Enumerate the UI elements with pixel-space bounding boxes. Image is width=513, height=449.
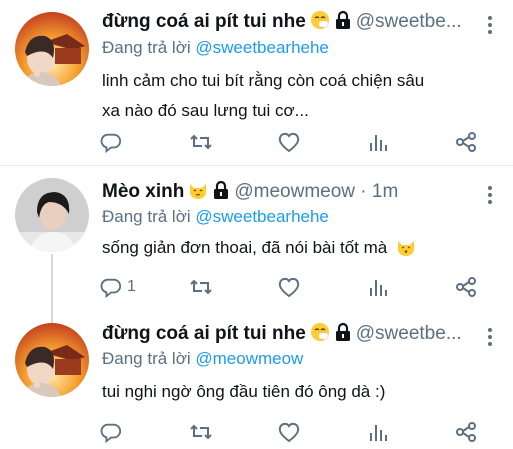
retweet-button[interactable] xyxy=(189,418,213,446)
tweet-3[interactable]: đừng coá ai pít tui nhe @sweetbe... Đang … xyxy=(0,311,513,449)
stats-icon xyxy=(370,135,387,151)
reply-count: 1 xyxy=(127,278,136,295)
tweet-2[interactable]: Mèo xinh @meowmeow · 1m Đang trả lời @swe… xyxy=(0,166,513,311)
handle[interactable]: @sweetbe... xyxy=(356,323,462,344)
replying-to: Đang trả lời @sweetbearhehe xyxy=(102,37,329,59)
more-options-icon[interactable] xyxy=(487,186,493,207)
tweet-text-line: tui nghi ngờ ông đầu tiên đó ông dà :) xyxy=(102,382,386,401)
tweet-header: Mèo xinh @meowmeow · 1m xyxy=(102,180,398,207)
retweet-button[interactable] xyxy=(189,273,213,301)
tweet-header: đừng coá ai pít tui nhe @sweetbe... xyxy=(102,322,462,349)
reply-mention-link[interactable]: @sweetbearhehe xyxy=(195,207,329,226)
sneezing-face-emoji xyxy=(310,10,330,37)
reply-mention-link[interactable]: @meowmeow xyxy=(195,349,303,368)
stats-button[interactable] xyxy=(368,128,388,156)
stats-icon xyxy=(370,425,387,441)
avatar[interactable] xyxy=(15,323,89,397)
like-icon xyxy=(278,132,300,153)
like-button[interactable] xyxy=(277,273,301,301)
tweet-text-line: sống giản đơn thoai, đã nói bài tốt mà xyxy=(102,238,388,257)
avatar[interactable] xyxy=(15,12,89,86)
reply-mention-link[interactable]: @sweetbearhehe xyxy=(195,38,329,57)
share-icon xyxy=(456,277,476,297)
stats-button[interactable] xyxy=(368,273,388,301)
sneezing-face-emoji xyxy=(310,322,330,349)
tweet-header: đừng coá ai pít tui nhe @sweetbe... xyxy=(102,10,462,37)
action-bar xyxy=(0,418,513,446)
display-name[interactable]: đừng coá ai pít tui nhe xyxy=(102,11,306,32)
handle[interactable]: @sweetbe... xyxy=(356,11,462,32)
retweet-button[interactable] xyxy=(189,128,213,156)
share-button[interactable] xyxy=(455,418,477,446)
share-button[interactable] xyxy=(455,273,477,301)
reply-button[interactable]: 1 xyxy=(100,273,136,301)
reply-prefix: Đang trả lời xyxy=(102,38,191,57)
like-icon xyxy=(278,422,300,443)
tweet-text: tui nghi ngờ ông đầu tiên đó ông dà :) xyxy=(102,377,385,407)
stats-button[interactable] xyxy=(368,418,388,446)
tweet-text-line: xa nào đó sau lưng tui cơ... xyxy=(102,101,309,120)
thread-line xyxy=(51,311,53,323)
share-button[interactable] xyxy=(455,128,477,156)
like-icon xyxy=(278,277,300,298)
action-bar: 1 xyxy=(0,273,513,301)
reply-button[interactable] xyxy=(100,128,122,156)
avatar[interactable] xyxy=(15,178,89,252)
retweet-icon xyxy=(190,424,212,440)
lock-icon xyxy=(212,180,230,207)
handle[interactable]: @meowmeow · 1m xyxy=(234,181,398,202)
more-options-icon[interactable] xyxy=(487,16,493,37)
stats-icon xyxy=(370,280,387,296)
lock-icon xyxy=(334,322,352,349)
action-bar xyxy=(0,128,513,156)
more-options-icon[interactable] xyxy=(487,328,493,349)
like-button[interactable] xyxy=(277,128,301,156)
reply-prefix: Đang trả lời xyxy=(102,207,191,226)
like-button[interactable] xyxy=(277,418,301,446)
reply-icon xyxy=(100,133,122,153)
reply-icon xyxy=(100,278,122,298)
tweet-text: sống giản đơn thoai, đã nói bài tốt mà xyxy=(102,233,416,267)
replying-to: Đang trả lời @sweetbearhehe xyxy=(102,206,329,228)
display-name[interactable]: đừng coá ai pít tui nhe xyxy=(102,323,306,344)
kissing-cat-emoji xyxy=(396,237,416,267)
lock-icon xyxy=(334,10,352,37)
tweet-text-line: linh cảm cho tui bít rằng còn coá chiện … xyxy=(102,71,425,90)
retweet-icon xyxy=(190,134,212,150)
reply-button[interactable] xyxy=(100,418,122,446)
share-icon xyxy=(456,132,476,152)
reply-prefix: Đang trả lời xyxy=(102,349,191,368)
tweet-1[interactable]: đừng coá ai pít tui nhe @sweetbe... Đang … xyxy=(0,0,513,163)
display-name[interactable]: Mèo xinh xyxy=(102,181,184,202)
retweet-icon xyxy=(190,279,212,295)
replying-to: Đang trả lời @meowmeow xyxy=(102,348,303,370)
reply-icon xyxy=(100,423,122,443)
share-icon xyxy=(456,422,476,442)
tweet-text: linh cảm cho tui bít rằng còn coá chiện … xyxy=(102,66,424,126)
cat-face-emoji xyxy=(188,180,208,207)
